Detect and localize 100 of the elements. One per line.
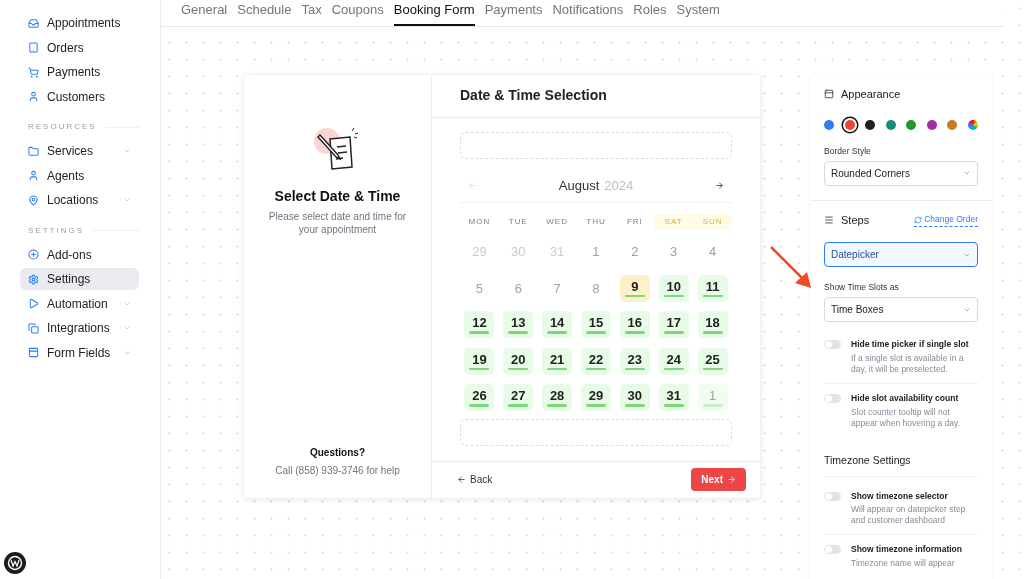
calendar-day[interactable]: 31 bbox=[658, 384, 689, 411]
color-swatch[interactable] bbox=[844, 120, 855, 130]
calendar-day[interactable]: 28 bbox=[542, 384, 573, 411]
calendar-day[interactable]: 11 bbox=[697, 274, 728, 302]
calendar-day[interactable]: 13 bbox=[503, 311, 534, 338]
tab[interactable]: Payments bbox=[484, 0, 543, 24]
toggle-switch[interactable] bbox=[824, 491, 841, 501]
calendar-day[interactable]: 10 bbox=[658, 274, 689, 302]
plus-circle-icon bbox=[28, 249, 39, 261]
weekday-label: SUN bbox=[693, 214, 732, 230]
menu-icon bbox=[824, 215, 834, 225]
month-label: August bbox=[558, 176, 600, 195]
calendar-day[interactable]: 25 bbox=[697, 347, 728, 375]
calendar-day[interactable]: 17 bbox=[658, 311, 689, 338]
sidebar-item[interactable]: Locations bbox=[20, 189, 139, 212]
panel-heading: Steps bbox=[841, 212, 871, 228]
calendar-day[interactable]: 14 bbox=[542, 311, 573, 338]
calendar-day[interactable]: 20 bbox=[503, 347, 534, 375]
toggle-switch[interactable] bbox=[824, 340, 841, 349]
calendar-day[interactable]: 22 bbox=[581, 347, 611, 375]
calendar-day[interactable]: 27 bbox=[503, 384, 534, 411]
select-field[interactable]: Time Boxes bbox=[824, 297, 978, 322]
pin-icon bbox=[28, 194, 39, 206]
weekday-label: MON bbox=[467, 216, 492, 228]
calendar-day[interactable]: 9 bbox=[619, 274, 650, 302]
field-label: Show Time Slots as bbox=[824, 281, 900, 294]
circle-logo-icon bbox=[4, 552, 26, 574]
weekday-label: SAT bbox=[654, 214, 694, 230]
toggle-description: Will appear on datepicker step and customer dashboard bbox=[851, 504, 967, 527]
sidebar-item[interactable]: Integrations bbox=[20, 317, 139, 340]
cart-icon bbox=[28, 66, 39, 78]
copy-icon bbox=[28, 322, 39, 334]
toggle-title: Hide time picker if single slot bbox=[851, 338, 970, 351]
calendar-day[interactable]: 30 bbox=[619, 384, 650, 411]
toggle-title: Show timezone selector bbox=[851, 489, 949, 503]
change-order-link[interactable]: Change Order bbox=[914, 213, 978, 227]
tab[interactable]: Notifications bbox=[552, 0, 624, 24]
tab[interactable]: Schedule bbox=[237, 0, 292, 24]
tab[interactable]: Coupons bbox=[331, 0, 384, 24]
calendar-day[interactable]: 15 bbox=[581, 311, 611, 338]
next-arrow-icon bbox=[727, 475, 736, 484]
select-field[interactable]: Rounded Corners bbox=[824, 160, 978, 186]
sidebar-item[interactable]: Add-ons bbox=[20, 243, 139, 266]
color-swatch[interactable] bbox=[947, 120, 958, 130]
tab[interactable]: Roles bbox=[633, 0, 667, 24]
sidebar-item[interactable]: Automation bbox=[20, 292, 139, 315]
calendar-day[interactable]: 26 bbox=[464, 384, 495, 411]
window-icon bbox=[824, 88, 834, 99]
panel-heading: Appearance bbox=[841, 86, 901, 102]
calendar-day[interactable]: 29 bbox=[581, 384, 611, 411]
sidebar-item[interactable]: Services bbox=[20, 140, 139, 163]
next-button[interactable]: Next bbox=[691, 468, 746, 491]
sidebar-item[interactable]: Appointments bbox=[20, 12, 139, 35]
step-title: Select Date & Time bbox=[274, 186, 401, 206]
color-swatch[interactable] bbox=[906, 120, 917, 130]
back-arrow-icon bbox=[457, 475, 466, 484]
calendar-day[interactable]: 16 bbox=[619, 311, 650, 338]
sidebar-item[interactable]: Settings bbox=[20, 268, 139, 291]
refresh-icon bbox=[914, 215, 923, 224]
tab[interactable]: Booking Form bbox=[393, 0, 475, 26]
color-swatch[interactable] bbox=[967, 120, 978, 130]
user-icon bbox=[28, 91, 39, 103]
calendar-day[interactable]: 24 bbox=[658, 347, 689, 375]
toggle-description: If a single slot is available in a day, it will be preselected. bbox=[851, 352, 965, 375]
field-label: Border Style bbox=[824, 145, 872, 158]
select-field[interactable]: Datepicker bbox=[824, 242, 978, 268]
help-title: Questions? bbox=[310, 445, 365, 460]
sidebar-item[interactable]: Orders bbox=[20, 36, 139, 59]
calendar-day[interactable]: 21 bbox=[542, 347, 573, 375]
section-heading: RESOURCES bbox=[28, 121, 97, 133]
tab[interactable]: General bbox=[181, 0, 228, 24]
annotation-arrow bbox=[769, 245, 813, 290]
color-swatch[interactable] bbox=[865, 120, 876, 130]
color-swatch[interactable] bbox=[824, 120, 834, 130]
calendar-day[interactable]: 23 bbox=[619, 347, 650, 375]
next-arrow-icon[interactable] bbox=[715, 180, 724, 190]
sidebar-item[interactable]: Customers bbox=[20, 85, 139, 108]
tab[interactable]: System bbox=[676, 0, 720, 24]
folder-icon bbox=[28, 145, 39, 157]
sidebar-item[interactable]: Form Fields bbox=[20, 341, 139, 364]
calendar-day[interactable]: 19 bbox=[464, 347, 495, 375]
sidebar-item[interactable]: Agents bbox=[20, 164, 139, 187]
step-heading: Date & Time Selection bbox=[460, 86, 607, 105]
user-icon bbox=[28, 170, 39, 182]
toggle-title: Show timezone information bbox=[851, 543, 962, 556]
calendar-day[interactable]: 12 bbox=[464, 311, 495, 338]
toggle-title: Hide slot availability count bbox=[851, 391, 960, 405]
color-swatch[interactable] bbox=[926, 120, 937, 130]
toggle-switch[interactable] bbox=[824, 545, 841, 555]
toggle-switch[interactable] bbox=[824, 393, 841, 403]
settings-icon bbox=[28, 273, 39, 285]
sidebar-item[interactable]: Payments bbox=[20, 61, 139, 84]
tab[interactable]: Tax bbox=[301, 0, 322, 24]
back-button[interactable]: Back bbox=[457, 472, 493, 487]
color-swatch[interactable] bbox=[885, 120, 896, 130]
section-heading: SETTINGS bbox=[28, 224, 84, 237]
calendar-day[interactable]: 18 bbox=[697, 311, 728, 338]
window-icon bbox=[28, 347, 39, 359]
toggle-description: Timezone name will appear bbox=[851, 558, 956, 569]
play-icon bbox=[28, 298, 39, 310]
